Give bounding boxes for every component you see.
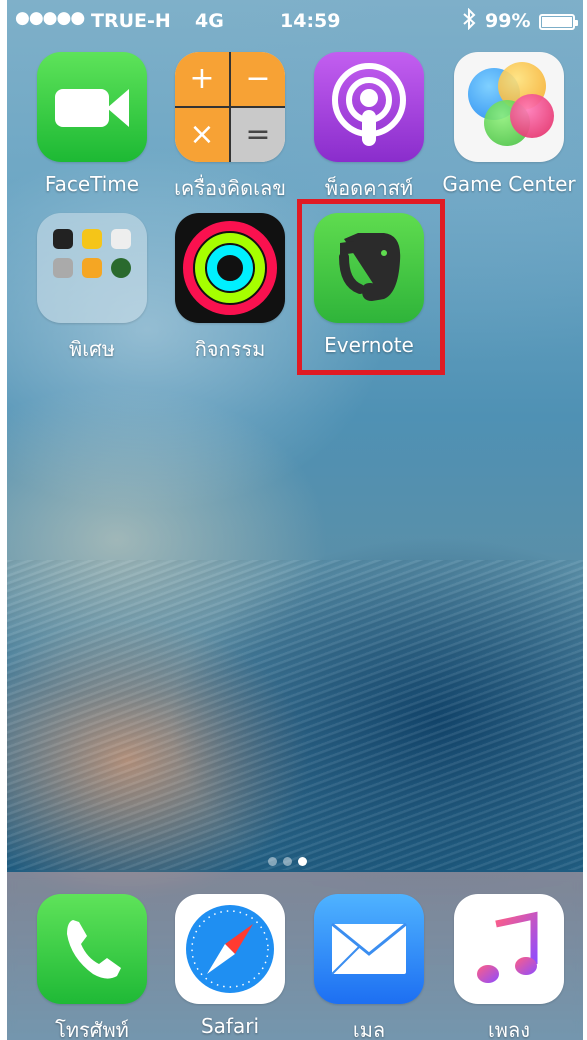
carrier-name: TRUE-H [91, 10, 171, 32]
dock-app-safari[interactable]: Safari [160, 894, 300, 1038]
app-label: Game Center [442, 172, 576, 196]
dock-app-phone[interactable]: โทรศัพท์ [22, 894, 162, 1040]
page-indicator[interactable] [265, 851, 310, 866]
wallpaper-texture [7, 560, 583, 870]
app-folder-extras[interactable]: พิเศษ [22, 213, 162, 365]
dock-app-mail[interactable]: เมล [299, 894, 439, 1040]
signal-strength: ●●●●● [15, 8, 85, 28]
app-label: เมล [352, 1018, 386, 1040]
podcasts-icon [314, 52, 424, 162]
page-dot-active [298, 857, 307, 866]
battery-icon [539, 14, 578, 30]
battery-percent: 99% [485, 10, 531, 32]
app-calculator[interactable]: + − × = เครื่องคิดเลข [160, 52, 300, 204]
home-screen: ●●●●● TRUE-H 4G 14:59 99% FaceTime + − ×… [7, 0, 583, 1040]
page-dot [283, 857, 292, 866]
activity-icon [175, 213, 285, 323]
page-dot [268, 857, 277, 866]
network-type: 4G [195, 10, 224, 32]
game-center-icon [454, 52, 564, 162]
music-icon [454, 894, 564, 1004]
app-label: Safari [200, 1014, 260, 1038]
app-label: เพลง [487, 1018, 531, 1040]
dock-app-music[interactable]: เพลง [439, 894, 579, 1040]
app-activity[interactable]: กิจกรรม [160, 213, 300, 365]
mail-icon [314, 894, 424, 1004]
app-label: พิเศษ [69, 337, 115, 361]
app-game-center[interactable]: Game Center [439, 52, 579, 196]
facetime-icon [37, 52, 147, 162]
app-podcasts[interactable]: พ็อดคาสท์ [299, 52, 439, 204]
app-label: กิจกรรม [194, 337, 266, 361]
app-facetime[interactable]: FaceTime [22, 52, 162, 196]
phone-icon [37, 894, 147, 1004]
app-label: เครื่องคิดเลข [174, 176, 286, 200]
evernote-highlight-box [297, 199, 445, 375]
status-time: 14:59 [280, 10, 341, 32]
bluetooth-icon [462, 7, 476, 35]
status-bar: ●●●●● TRUE-H 4G 14:59 99% [7, 0, 583, 44]
safari-icon [175, 894, 285, 1004]
calculator-icon: + − × = [175, 52, 285, 162]
folder-icon [37, 213, 147, 323]
app-label: โทรศัพท์ [55, 1018, 129, 1040]
dock: โทรศัพท์ Safari เมล เพลง [7, 872, 583, 1040]
app-label: FaceTime [44, 172, 140, 196]
